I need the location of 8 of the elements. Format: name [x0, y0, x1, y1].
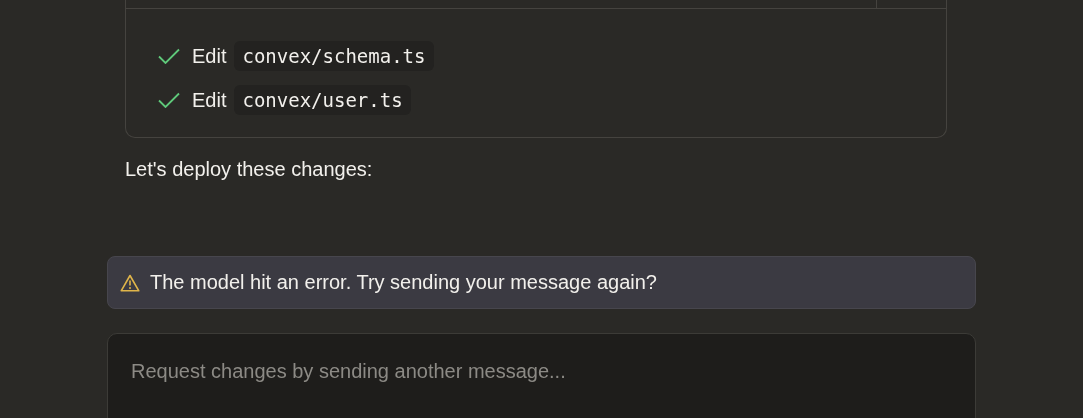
file-path: convex/user.ts: [234, 85, 411, 115]
step-action: Edit: [192, 44, 227, 68]
warning-icon: [120, 273, 140, 292]
message-input[interactable]: Request changes by sending another message...: [107, 333, 976, 418]
file-path: convex/schema.ts: [234, 41, 434, 71]
assistant-message: Let's deploy these changes:: [125, 158, 374, 181]
error-message: The model hit an error. Try sending your message again?: [150, 271, 657, 294]
step-action: Edit: [192, 88, 227, 112]
